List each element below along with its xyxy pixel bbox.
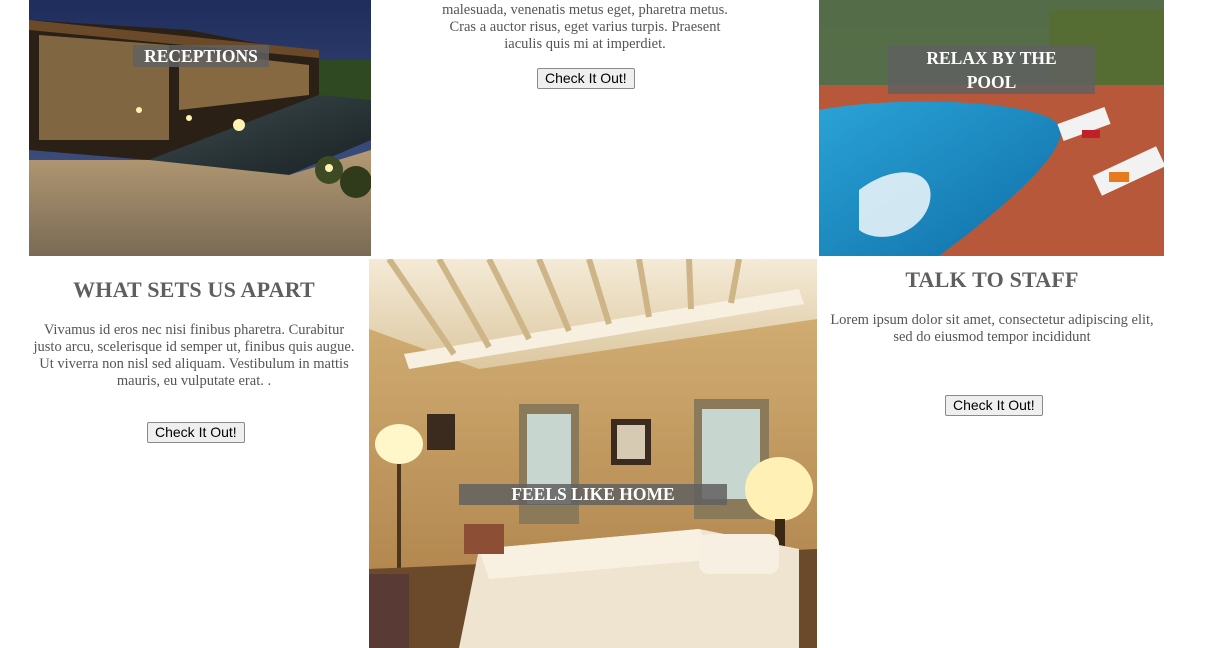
pool-photo: Relax by the pool	[819, 0, 1164, 256]
apart-check-it-out-button[interactable]: Check It Out!	[147, 422, 245, 443]
home-caption: Feels like home	[459, 484, 727, 505]
pool-caption: Relax by the pool	[888, 46, 1095, 94]
receptions-photo-image	[29, 0, 371, 256]
home-photo: Feels like home	[369, 259, 817, 648]
staff-check-it-out-button[interactable]: Check It Out!	[945, 395, 1043, 416]
pool-photo-image	[819, 0, 1164, 256]
staff-heading: Talk to staff	[905, 267, 1079, 292]
home-photo-image	[369, 259, 817, 648]
apart-paragraph: Vivamus id eros nec nisi finibus pharetr…	[33, 322, 355, 389]
receptions-caption: Receptions	[133, 45, 269, 67]
top-text-paragraph: malesuada, venenatis metus eget, pharetr…	[442, 2, 728, 52]
staff-paragraph: Lorem ipsum dolor sit amet, consectetur …	[830, 312, 1154, 345]
receptions-photo: Receptions	[29, 0, 371, 256]
top-check-it-out-button[interactable]: Check It Out!	[537, 68, 635, 89]
apart-heading: What sets us apart	[73, 277, 315, 302]
